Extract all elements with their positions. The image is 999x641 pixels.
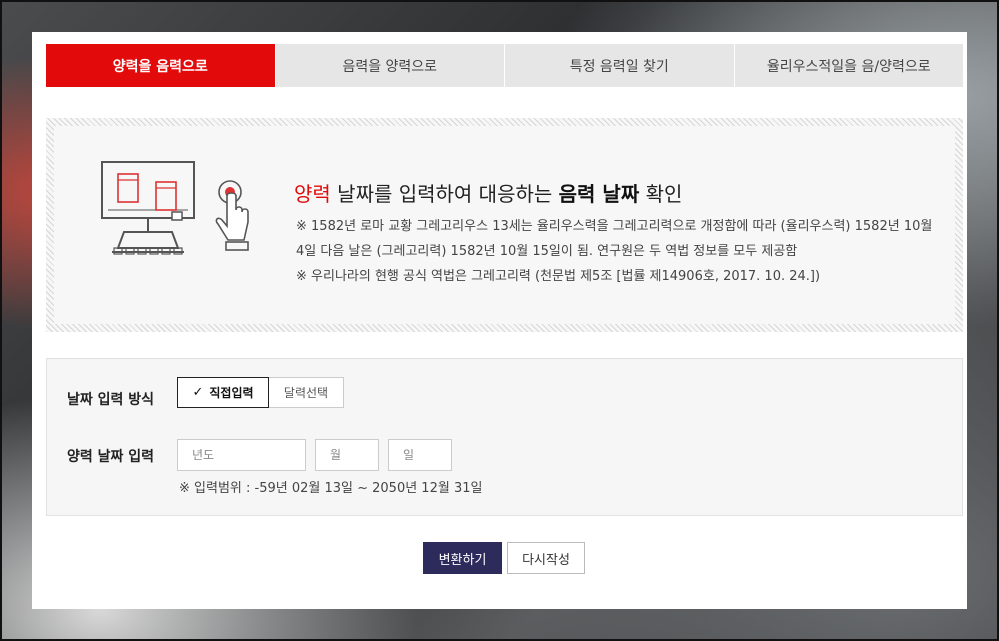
day-input[interactable] (388, 439, 452, 471)
calendar-select-label: 달력선택 (283, 386, 329, 400)
intro-title-lunar-date: 음력 날짜 (558, 182, 640, 206)
intro-title-middle: 날짜를 입력하여 대응하는 (330, 182, 559, 206)
calendar-select-option[interactable]: 달력선택 (269, 377, 344, 408)
intro-box: 양력 날짜를 입력하여 대응하는 음력 날짜 확인 ※ 1582년 로마 교황 … (46, 118, 963, 332)
year-input[interactable] (177, 439, 306, 471)
reset-button[interactable]: 다시작성 (507, 542, 585, 574)
input-range-note: ※ 입력범위 : -59년 02월 13일 ~ 2050년 12월 31일 (179, 481, 483, 496)
julian-gregorian-note: ※ 1582년 로마 교황 그레고리우스 13세는 율리우스력을 그레고리력으로… (296, 219, 933, 259)
intro-inner: 양력 날짜를 입력하여 대응하는 음력 날짜 확인 ※ 1582년 로마 교황 … (54, 126, 955, 324)
solar-date-label: 양력 날짜 입력 (67, 449, 155, 465)
action-buttons: 변환하기 다시작성 (423, 542, 585, 574)
direct-input-option[interactable]: ✓ 직접입력 (177, 377, 269, 408)
intro-title-end: 확인 (639, 182, 683, 206)
tab-bar: 양력을 음력으로 음력을 양력으로 특정 음력일 찾기 율리우스적일을 음/양력… (46, 44, 963, 87)
tab-find-lunar-date[interactable]: 특정 음력일 찾기 (504, 44, 734, 87)
month-input[interactable] (315, 439, 379, 471)
input-method-label: 날짜 입력 방식 (67, 392, 155, 408)
intro-title: 양력 날짜를 입력하여 대응하는 음력 날짜 확인 (294, 178, 682, 207)
convert-button[interactable]: 변환하기 (423, 542, 502, 574)
tab-solar-to-lunar[interactable]: 양력을 음력으로 (46, 44, 275, 87)
input-method-toggle: ✓ 직접입력 달력선택 (177, 377, 344, 408)
converter-panel: 양력을 음력으로 음력을 양력으로 특정 음력일 찾기 율리우스적일을 음/양력… (32, 32, 967, 609)
tab-lunar-to-solar[interactable]: 음력을 양력으로 (274, 44, 504, 87)
official-calendar-note: ※ 우리나라의 현행 공식 역법은 그레고리력 (천문법 제5조 [법률 제14… (296, 269, 821, 284)
date-input-form: 날짜 입력 방식 ✓ 직접입력 달력선택 양력 날짜 입력 ※ 입력범위 : -… (46, 358, 963, 516)
intro-title-solar: 양력 (294, 182, 331, 206)
direct-input-label: 직접입력 (209, 386, 254, 400)
computer-click-illustration (101, 161, 249, 255)
tab-julian-day[interactable]: 율리우스적일을 음/양력으로 (733, 44, 963, 87)
check-icon: ✓ (192, 385, 204, 400)
